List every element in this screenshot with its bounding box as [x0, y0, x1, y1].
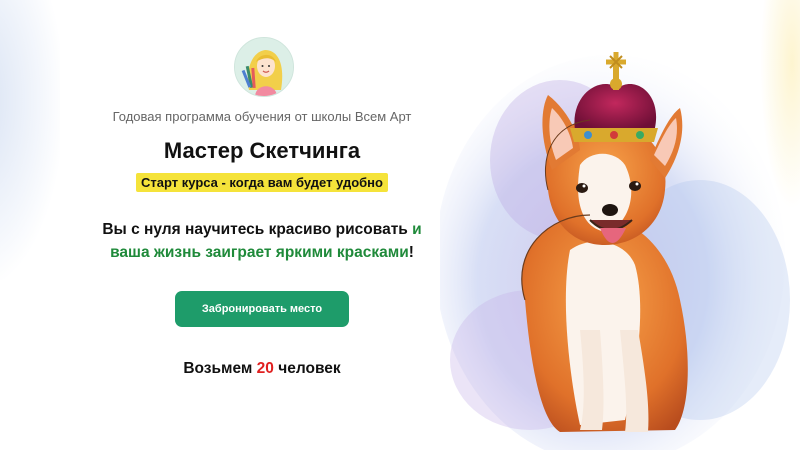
lead-text-highlight: и — [412, 221, 422, 238]
landing-page: Годовая программа обучения от школы Всем… — [0, 0, 800, 450]
lead-text-highlight: ваша жизнь заиграет яркими красками — [110, 244, 409, 261]
artist-girl-logo-icon — [234, 37, 294, 97]
limit-prefix: Возьмем — [183, 360, 257, 377]
course-start-badge: Старт курса - когда вам будет удобно — [136, 173, 388, 192]
book-place-button[interactable]: Забронировать место — [175, 291, 349, 327]
limit-number: 20 — [256, 360, 274, 377]
lead-text-part: ! — [408, 244, 414, 261]
lead-text-part: Вы с нуля научитесь красиво рисовать — [102, 221, 413, 238]
corgi-with-crown-watercolor-icon — [435, 0, 800, 450]
limit-suffix: человек — [273, 360, 341, 377]
